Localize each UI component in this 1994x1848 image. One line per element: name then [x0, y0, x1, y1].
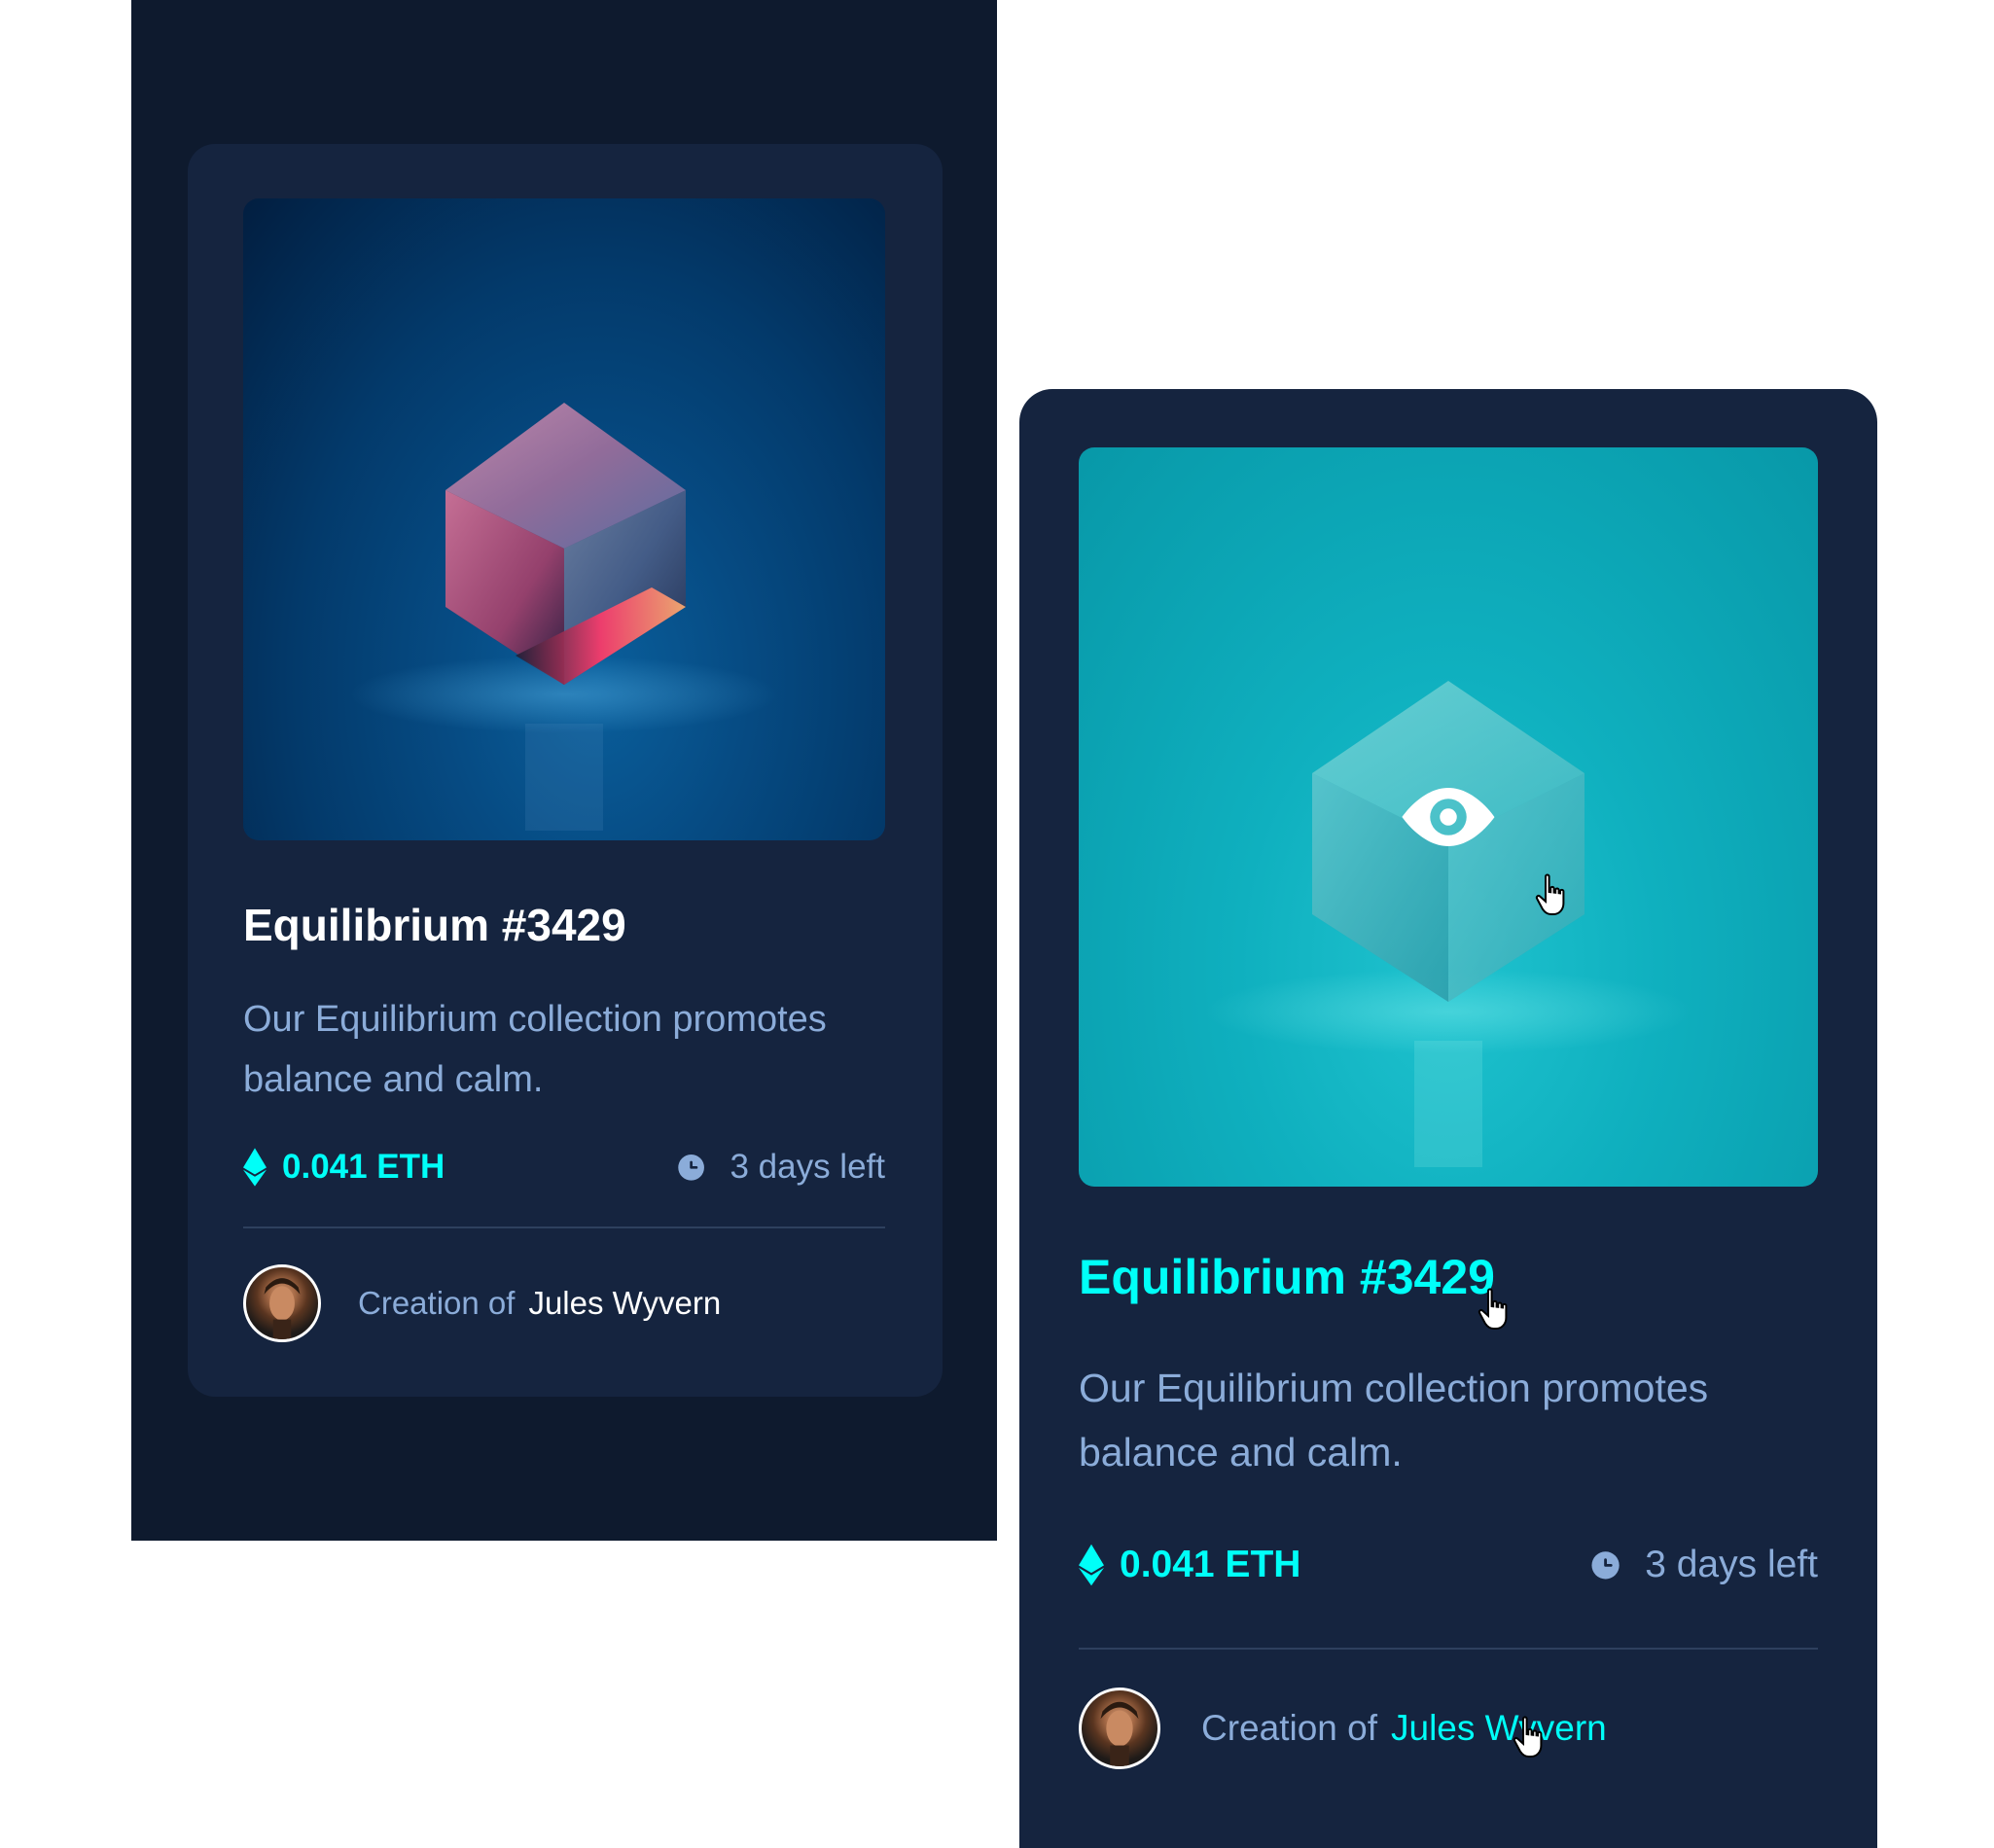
divider: [1079, 1648, 1818, 1650]
nft-card-hover: Equilibrium #3429 Our Equilibrium collec…: [1019, 389, 1877, 1848]
cube-illustration: [350, 403, 778, 831]
creator-name-link[interactable]: Jules Wyvern: [528, 1285, 721, 1321]
nft-image-hover-overlay[interactable]: [1079, 447, 1818, 1187]
eye-icon: [1402, 788, 1495, 846]
creator-prefix: Creation of: [358, 1285, 516, 1321]
card-description: Our Equilibrium collection promotes bala…: [1079, 1366, 1709, 1475]
hand-pointer-icon: [1534, 871, 1573, 918]
card-meta: 0.041 ETH 3 days left: [1079, 1540, 1818, 1590]
price-value: 0.041 ETH: [282, 1148, 445, 1186]
card-description: Our Equilibrium collection promotes bala…: [243, 999, 827, 1100]
nft-image[interactable]: [243, 198, 885, 840]
creator-name-link-hover[interactable]: Jules Wyvern: [1391, 1708, 1607, 1748]
hand-pointer-icon: [1512, 1714, 1550, 1760]
card-title-hover[interactable]: Equilibrium #3429: [1079, 1249, 1495, 1305]
time-left: 3 days left: [675, 1148, 885, 1187]
ethereum-icon: [243, 1148, 267, 1187]
time-left: 3 days left: [1588, 1544, 1818, 1586]
creator-prefix: Creation of: [1201, 1708, 1377, 1748]
avatar: [243, 1264, 321, 1342]
avatar: [1079, 1688, 1160, 1769]
creator-text: Creation of Jules Wyvern: [358, 1285, 721, 1322]
default-state-panel: Equilibrium #3429 Our Equilibrium collec…: [131, 0, 997, 1541]
price: 0.041 ETH: [1079, 1544, 1300, 1586]
card-meta: 0.041 ETH 3 days left: [243, 1144, 885, 1191]
time-left-value: 3 days left: [1645, 1544, 1818, 1585]
divider: [243, 1226, 885, 1228]
card-title[interactable]: Equilibrium #3429: [243, 899, 626, 951]
price-value: 0.041 ETH: [1120, 1544, 1301, 1585]
nft-card-default: Equilibrium #3429 Our Equilibrium collec…: [188, 144, 943, 1397]
hand-pointer-icon: [1477, 1286, 1515, 1333]
price: 0.041 ETH: [243, 1148, 445, 1187]
clock-icon: [678, 1155, 705, 1181]
time-left-value: 3 days left: [730, 1148, 885, 1186]
clock-icon: [1591, 1551, 1620, 1580]
creator: Creation of Jules Wyvern: [243, 1264, 721, 1342]
ethereum-icon: [1079, 1544, 1104, 1586]
